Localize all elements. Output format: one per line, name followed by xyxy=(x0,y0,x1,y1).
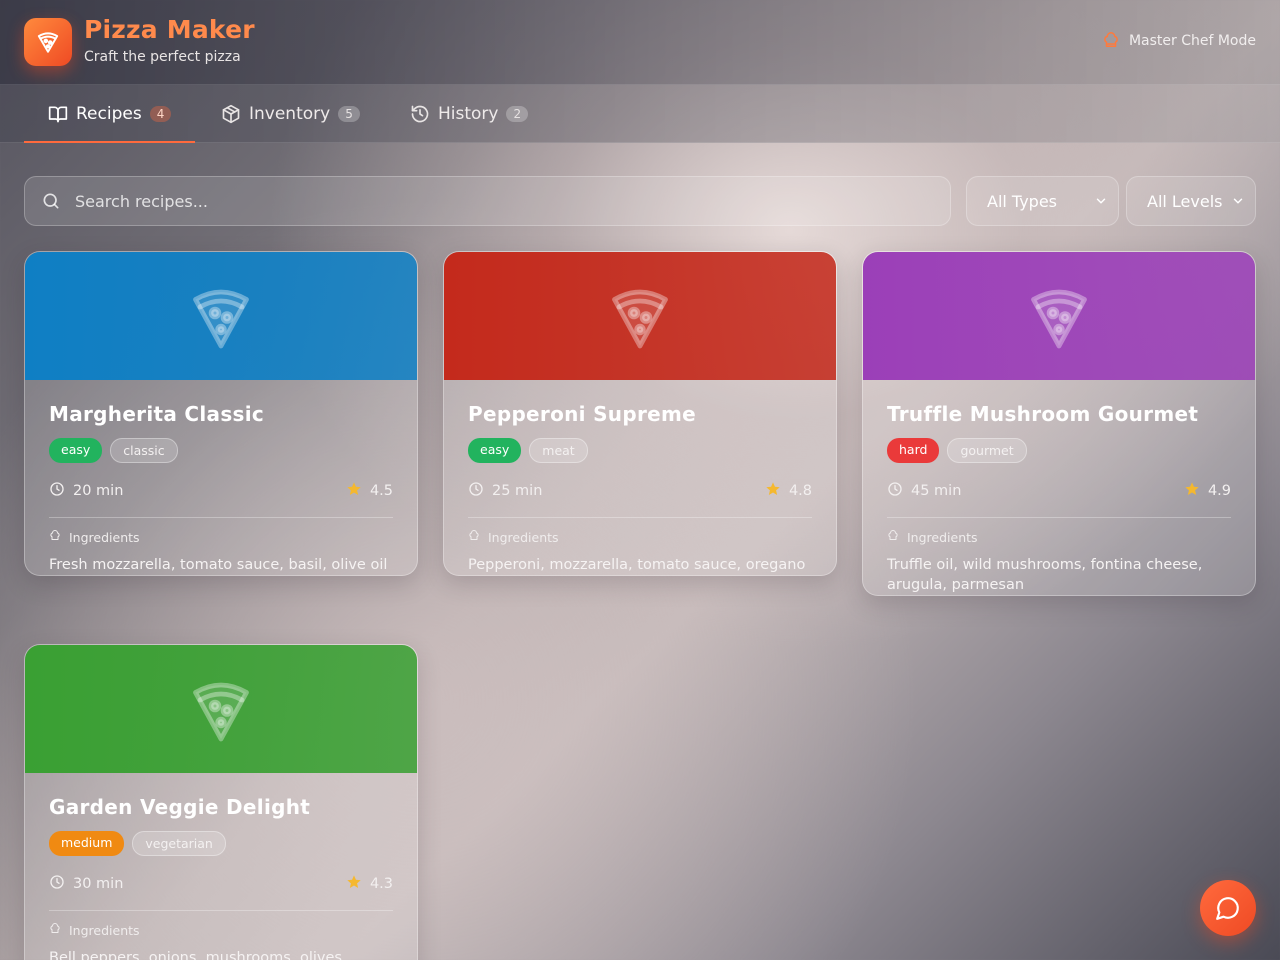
recipe-title: Truffle Mushroom Gourmet xyxy=(887,402,1199,426)
star-icon xyxy=(346,874,362,894)
tab-recipes[interactable]: Recipes 4 xyxy=(24,85,196,143)
type-filter-value: All Types xyxy=(987,191,1058,211)
ingredients-text: Pepperoni, mozzarella, tomato sauce, ore… xyxy=(468,557,806,573)
tab-recipes-label: Recipes xyxy=(76,104,142,124)
app-logo xyxy=(24,18,72,66)
category-badge: vegetarian xyxy=(132,831,226,856)
tab-history-count: 2 xyxy=(506,106,529,122)
ingredients-label: Ingredients xyxy=(69,923,140,938)
recipe-time: 20 min xyxy=(73,483,124,499)
tab-bar: Recipes 4 Inventory 5 History 2 xyxy=(0,85,1280,143)
recipe-title: Margherita Classic xyxy=(49,402,265,426)
recipe-time: 45 min xyxy=(911,483,962,499)
chef-hat-icon xyxy=(1104,32,1118,47)
search-bar[interactable] xyxy=(24,176,951,226)
star-icon xyxy=(346,481,362,501)
chevron-down-icon xyxy=(1096,198,1106,204)
clock-icon xyxy=(468,481,484,501)
ingredients-text: Truffle oil, wild mushrooms, fontina che… xyxy=(887,557,1203,593)
recipe-title: Pepperoni Supreme xyxy=(468,402,696,426)
message-circle-icon xyxy=(1216,897,1239,920)
chef-hat-icon xyxy=(49,923,61,938)
ingredients-label: Ingredients xyxy=(907,530,978,545)
level-filter-select[interactable]: All Levels xyxy=(1126,176,1256,226)
chat-button[interactable] xyxy=(1200,880,1256,936)
ingredients-text: Bell peppers, onions, mushrooms, olives xyxy=(49,950,342,960)
recipe-card[interactable]: Margherita Classic easy classic 20 min 4… xyxy=(24,251,418,576)
recipe-title: Garden Veggie Delight xyxy=(49,795,311,819)
star-icon xyxy=(765,481,781,501)
tab-history-label: History xyxy=(438,104,499,124)
recipe-card-hero xyxy=(25,645,417,773)
difficulty-badge: easy xyxy=(468,438,522,463)
pizza-logo-icon xyxy=(37,32,59,53)
recipe-time: 30 min xyxy=(73,876,124,892)
recipe-card[interactable]: Garden Veggie Delight medium vegetarian … xyxy=(24,644,418,960)
clock-icon xyxy=(887,481,903,501)
category-badge: classic xyxy=(110,438,178,463)
category-badge: meat xyxy=(529,438,588,463)
recipe-card[interactable]: Truffle Mushroom Gourmet hard gourmet 45… xyxy=(862,251,1256,596)
recipe-rating: 4.9 xyxy=(1207,483,1231,499)
tab-inventory-label: Inventory xyxy=(249,104,331,124)
pizza-slice-icon xyxy=(193,289,249,349)
app-title: Pizza Maker xyxy=(84,15,255,44)
pizza-slice-icon xyxy=(1031,289,1087,349)
app-subtitle: Craft the perfect pizza xyxy=(84,49,241,65)
difficulty-badge: medium xyxy=(49,831,125,856)
difficulty-badge: easy xyxy=(49,438,103,463)
history-icon xyxy=(411,105,429,123)
chef-hat-icon xyxy=(887,530,899,545)
tab-recipes-count: 4 xyxy=(149,106,172,122)
type-filter-select[interactable]: All Types xyxy=(966,176,1119,226)
ingredients-label: Ingredients xyxy=(488,530,559,545)
package-icon xyxy=(222,104,240,124)
chevron-down-icon xyxy=(1233,198,1243,204)
recipe-time: 25 min xyxy=(492,483,543,499)
star-icon xyxy=(1184,481,1200,501)
clock-icon xyxy=(49,481,65,501)
search-icon xyxy=(43,193,59,209)
pizza-slice-icon xyxy=(612,289,668,349)
pizza-slice-icon xyxy=(193,682,249,742)
recipe-rating: 4.5 xyxy=(369,483,393,499)
recipe-rating: 4.8 xyxy=(788,483,812,499)
chef-hat-icon xyxy=(49,530,61,545)
chef-mode-label: Master Chef Mode xyxy=(1128,33,1256,49)
ingredients-label: Ingredients xyxy=(69,530,140,545)
tab-inventory[interactable]: Inventory 5 xyxy=(197,85,384,143)
recipe-rating: 4.3 xyxy=(369,876,393,892)
tab-inventory-count: 5 xyxy=(338,106,360,122)
difficulty-badge: hard xyxy=(887,438,940,463)
category-badge: gourmet xyxy=(947,438,1027,463)
level-filter-value: All Levels xyxy=(1147,191,1223,211)
chef-hat-icon xyxy=(468,530,480,545)
tab-history[interactable]: History 2 xyxy=(386,85,552,143)
ingredients-text: Fresh mozzarella, tomato sauce, basil, o… xyxy=(49,557,388,573)
clock-icon xyxy=(49,874,65,894)
app-header: Pizza Maker Craft the perfect pizza Mast… xyxy=(0,0,1280,85)
book-open-icon xyxy=(48,106,68,123)
recipe-card-hero xyxy=(863,252,1255,380)
master-chef-mode-toggle[interactable]: Master Chef Mode xyxy=(1102,32,1256,50)
recipe-card-hero xyxy=(25,252,417,380)
recipe-card-hero xyxy=(444,252,836,380)
search-input[interactable] xyxy=(75,191,950,211)
recipe-card[interactable]: Pepperoni Supreme easy meat 25 min 4.8 I… xyxy=(443,251,837,576)
